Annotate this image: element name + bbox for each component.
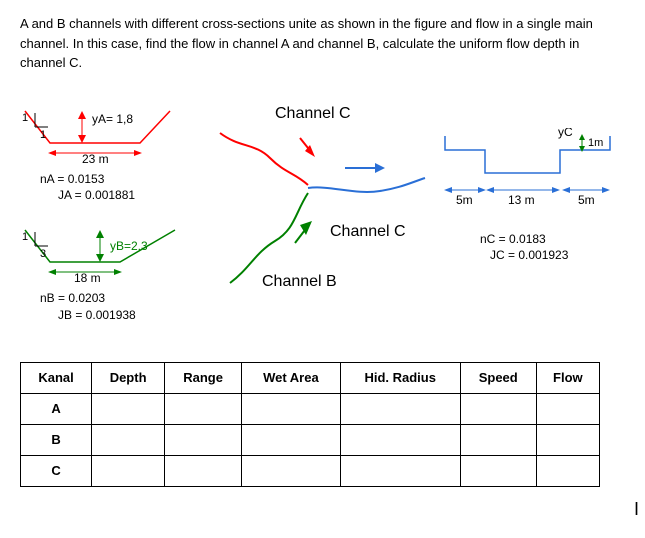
col-flow: Flow — [536, 362, 599, 393]
svg-text:13 m: 13 m — [508, 193, 535, 207]
svg-text:1: 1 — [22, 112, 28, 124]
channel-b-j: JB = 0.001938 — [58, 307, 200, 324]
row-b-label: B — [21, 424, 92, 455]
col-kanal: Kanal — [21, 362, 92, 393]
channel-a-j: JA = 0.001881 — [58, 187, 200, 204]
table-row: A — [21, 393, 600, 424]
svg-text:3: 3 — [40, 248, 46, 260]
channel-b-n: nB = 0.0203 — [40, 290, 200, 307]
channel-b-svg: 1 3 yB=2,3 18 m — [20, 222, 195, 282]
channel-c-params: nC = 0.0183 JC = 0.001923 — [480, 231, 620, 265]
svg-text:1m: 1m — [588, 137, 603, 149]
channel-b-params: nB = 0.0203 JB = 0.001938 — [40, 290, 200, 324]
channel-b-diagram: 1 3 yB=2,3 18 m — [20, 222, 200, 282]
svg-text:5m: 5m — [578, 193, 595, 207]
junction-diagram: Channel C Channel C Channel B — [200, 103, 430, 323]
channel-a-n: nA = 0.0153 — [40, 171, 200, 188]
svg-text:1: 1 — [22, 231, 28, 243]
right-column: yC 1m 5m 13 m 5m — [440, 103, 620, 283]
col-range: Range — [165, 362, 242, 393]
table-row: C — [21, 455, 600, 486]
row-a-label: A — [21, 393, 92, 424]
svg-text:18 m: 18 m — [74, 271, 101, 282]
diagrams-row: 1 1 yA= 1,8 23 m nA = 0.0153 JA = 0.0018… — [20, 103, 625, 342]
col-speed: Speed — [460, 362, 536, 393]
channel-a-params: nA = 0.0153 JA = 0.001881 — [40, 171, 200, 205]
table-header-row: Kanal Depth Range Wet Area Hid. Radius S… — [21, 362, 600, 393]
channel-a-diagram: 1 1 yA= 1,8 23 m — [20, 103, 200, 163]
text-cursor-icon: I — [634, 499, 639, 520]
channel-c-svg: yC 1m 5m 13 m 5m — [440, 128, 620, 223]
row-c-label: C — [21, 455, 92, 486]
col-depth: Depth — [92, 362, 165, 393]
table-row: B — [21, 424, 600, 455]
svg-text:yA= 1,8: yA= 1,8 — [92, 112, 133, 126]
svg-text:5m: 5m — [456, 193, 473, 207]
col-wetarea: Wet Area — [242, 362, 341, 393]
channel-a-svg: 1 1 yA= 1,8 23 m — [20, 103, 195, 163]
channel-c-n: nC = 0.0183 — [480, 231, 620, 248]
svg-text:1: 1 — [40, 129, 46, 141]
channel-c-j: JC = 0.001923 — [490, 247, 620, 264]
svg-text:yB=2,3: yB=2,3 — [110, 239, 148, 253]
junction-label-c-top: Channel C — [275, 105, 351, 123]
results-table: Kanal Depth Range Wet Area Hid. Radius S… — [20, 362, 600, 487]
problem-statement: A and B channels with different cross-se… — [20, 14, 625, 73]
svg-text:yC: yC — [558, 128, 573, 139]
channel-c-diagram: yC 1m 5m 13 m 5m — [440, 128, 620, 223]
junction-label-c-mid: Channel C — [330, 223, 406, 241]
junction-label-b: Channel B — [262, 273, 337, 291]
svg-text:23 m: 23 m — [82, 152, 109, 163]
col-hidradius: Hid. Radius — [340, 362, 460, 393]
left-column: 1 1 yA= 1,8 23 m nA = 0.0153 JA = 0.0018… — [20, 103, 200, 342]
